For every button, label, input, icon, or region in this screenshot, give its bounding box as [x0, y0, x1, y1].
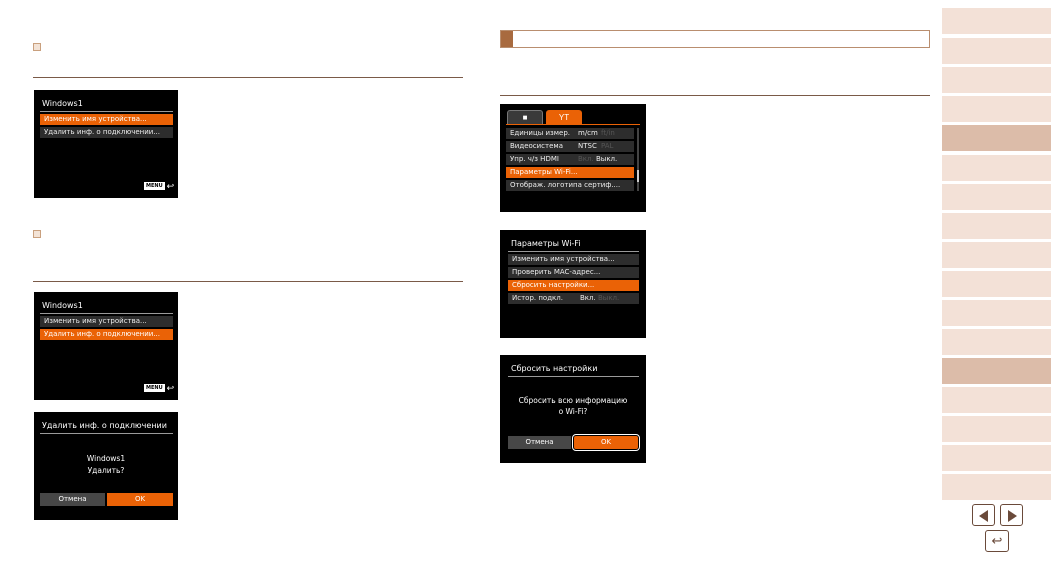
heading-marker [501, 31, 513, 47]
menu-button-icon: MENU [144, 182, 165, 190]
camera-screen-rename: Windows1 Изменить имя устройства... Удал… [34, 90, 178, 198]
sidebar-tab-3[interactable] [942, 67, 1051, 93]
section-heading-bar [500, 30, 930, 48]
return-icon: ↩ [166, 383, 175, 393]
ok-button[interactable]: OK [572, 434, 640, 451]
setting-row-video-system[interactable]: Видеосистема NTSC PAL [506, 141, 634, 152]
sidebar-tab-7[interactable] [942, 184, 1051, 210]
sidebar-tab-6[interactable] [942, 155, 1051, 181]
menu-item-delete-info[interactable]: Удалить инф. о подключении... [40, 127, 173, 138]
screen-title: Параметры Wi-Fi [511, 239, 581, 248]
sidebar-tab-1[interactable] [942, 8, 1051, 34]
menu-scroll-thumb[interactable] [637, 170, 639, 182]
return-icon: ↩ [166, 181, 175, 191]
sidebar-tab-11[interactable] [942, 300, 1051, 326]
cancel-button[interactable]: Отмена [508, 436, 571, 449]
setting-row-wifi-params[interactable]: Параметры Wi-Fi... [506, 167, 634, 178]
menu-item-check-mac[interactable]: Проверить MAC-адрес... [508, 267, 639, 278]
next-page-button[interactable] [1000, 504, 1023, 526]
setting-row-hdmi-control[interactable]: Упр. ч/з HDMI Вкл. Выкл. [506, 154, 634, 165]
section-bullet-1 [33, 43, 41, 51]
menu-item-rename[interactable]: Изменить имя устройства... [40, 316, 173, 327]
setting-row-cert-logo[interactable]: Отображ. логотипа сертиф.... [506, 180, 634, 191]
camera-screen-settings-menu: ■ ΥΤ Единицы измер. m/cm ft/in Видеосист… [500, 104, 646, 212]
confirm-line-1: Windows1 [86, 454, 126, 463]
menu-return[interactable]: MENU ↩ [144, 383, 175, 393]
sidebar-tab-14[interactable] [942, 387, 1051, 413]
screen-title: Удалить инф. о подключении [42, 421, 167, 430]
menu-button-icon: MENU [144, 384, 165, 392]
camera-screen-wifi-params: Параметры Wi-Fi Изменить имя устройства.… [500, 230, 646, 338]
camera-screen-reset-confirm: Сбросить настройки Сбросить всю информац… [500, 355, 646, 463]
camera-screen-delete-confirm: Удалить инф. о подключении Windows1 Удал… [34, 412, 178, 520]
wrench-icon: ΥΤ [558, 113, 570, 122]
prev-page-button[interactable] [972, 504, 995, 526]
sidebar-tab-2[interactable] [942, 38, 1051, 64]
screen-title: Сбросить настройки [511, 364, 598, 373]
step-rule-3 [500, 95, 930, 96]
step-rule-2 [33, 281, 463, 282]
sidebar-tab-16[interactable] [942, 445, 1051, 471]
setting-row-units[interactable]: Единицы измер. m/cm ft/in [506, 128, 634, 139]
menu-item-delete-info[interactable]: Удалить инф. о подключении... [40, 329, 173, 340]
camera-screen-delete: Windows1 Изменить имя устройства... Удал… [34, 292, 178, 400]
menu-tabs: ■ ΥΤ [507, 110, 582, 124]
cancel-button[interactable]: Отмена [40, 493, 105, 506]
ok-button[interactable]: OK [107, 493, 173, 506]
section-bullet-2 [33, 230, 41, 238]
screen-title: Windows1 [42, 99, 83, 108]
confirm-line-2: Удалить? [87, 466, 125, 475]
sidebar-tab-4[interactable] [942, 96, 1051, 122]
sidebar-tab-8[interactable] [942, 213, 1051, 239]
arrow-left-icon [979, 510, 988, 522]
sidebar-tab-9[interactable] [942, 242, 1051, 268]
arrow-right-icon [1008, 510, 1017, 522]
menu-return[interactable]: MENU ↩ [144, 181, 175, 191]
sidebar-tab-10[interactable] [942, 271, 1051, 297]
sidebar-tab-12[interactable] [942, 329, 1051, 355]
return-icon: ↩ [991, 533, 1003, 548]
camera-icon: ■ [522, 113, 528, 122]
sidebar-tab-5[interactable] [942, 125, 1051, 151]
confirm-line-1: Сбросить всю информацию [518, 396, 628, 405]
back-button[interactable]: ↩ [985, 530, 1009, 552]
screen-title: Windows1 [42, 301, 83, 310]
confirm-line-2: о Wi-Fi? [558, 407, 588, 416]
menu-item-reset-settings[interactable]: Сбросить настройки... [508, 280, 639, 291]
tab-shooting[interactable]: ■ [507, 110, 543, 124]
step-rule-1 [33, 77, 463, 78]
sidebar-tab-17[interactable] [942, 474, 1051, 500]
menu-item-connection-history[interactable]: Истор. подкл. Вкл. Выкл. [508, 293, 639, 304]
tab-setup[interactable]: ΥΤ [546, 110, 582, 124]
sidebar-tab-13[interactable] [942, 358, 1051, 384]
menu-item-rename[interactable]: Изменить имя устройства... [508, 254, 639, 265]
menu-item-rename[interactable]: Изменить имя устройства... [40, 114, 173, 125]
sidebar-tab-15[interactable] [942, 416, 1051, 442]
